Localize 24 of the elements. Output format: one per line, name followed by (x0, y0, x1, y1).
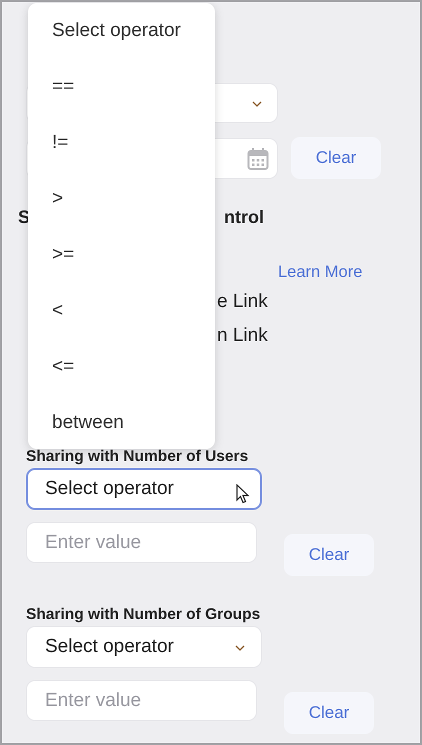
value-input[interactable]: Enter value (26, 680, 257, 721)
calendar-icon (247, 146, 269, 170)
filter-label: Sharing with Number of Users (26, 448, 250, 467)
dropdown-option[interactable]: >= (28, 232, 215, 288)
mouse-pointer-icon (236, 484, 250, 504)
option-text: n Link (217, 324, 269, 348)
clear-button[interactable]: Clear (284, 534, 374, 576)
chevron-icon (235, 645, 245, 651)
dropdown-option[interactable]: < (28, 288, 215, 344)
dropdown-option[interactable]: != (28, 120, 215, 176)
clear-button[interactable]: Clear (291, 137, 381, 179)
operator-select[interactable]: Select operator (26, 468, 262, 510)
filter-label: Sharing with Number of Groups (26, 606, 262, 625)
value-input[interactable]: Enter value (26, 522, 257, 563)
dropdown-option[interactable]: between (28, 400, 215, 446)
option-text: e Link (217, 290, 269, 314)
learn-more-link[interactable]: Learn More (278, 263, 362, 281)
operator-select[interactable]: Select operator (26, 626, 262, 668)
dropdown-option[interactable]: > (28, 176, 215, 232)
dropdown-option[interactable]: <= (28, 344, 215, 400)
clear-button[interactable]: Clear (284, 692, 374, 734)
dropdown-option[interactable]: == (28, 64, 215, 120)
dropdown-option[interactable]: Select operator (28, 8, 215, 64)
section-heading: ntrol (224, 207, 264, 229)
